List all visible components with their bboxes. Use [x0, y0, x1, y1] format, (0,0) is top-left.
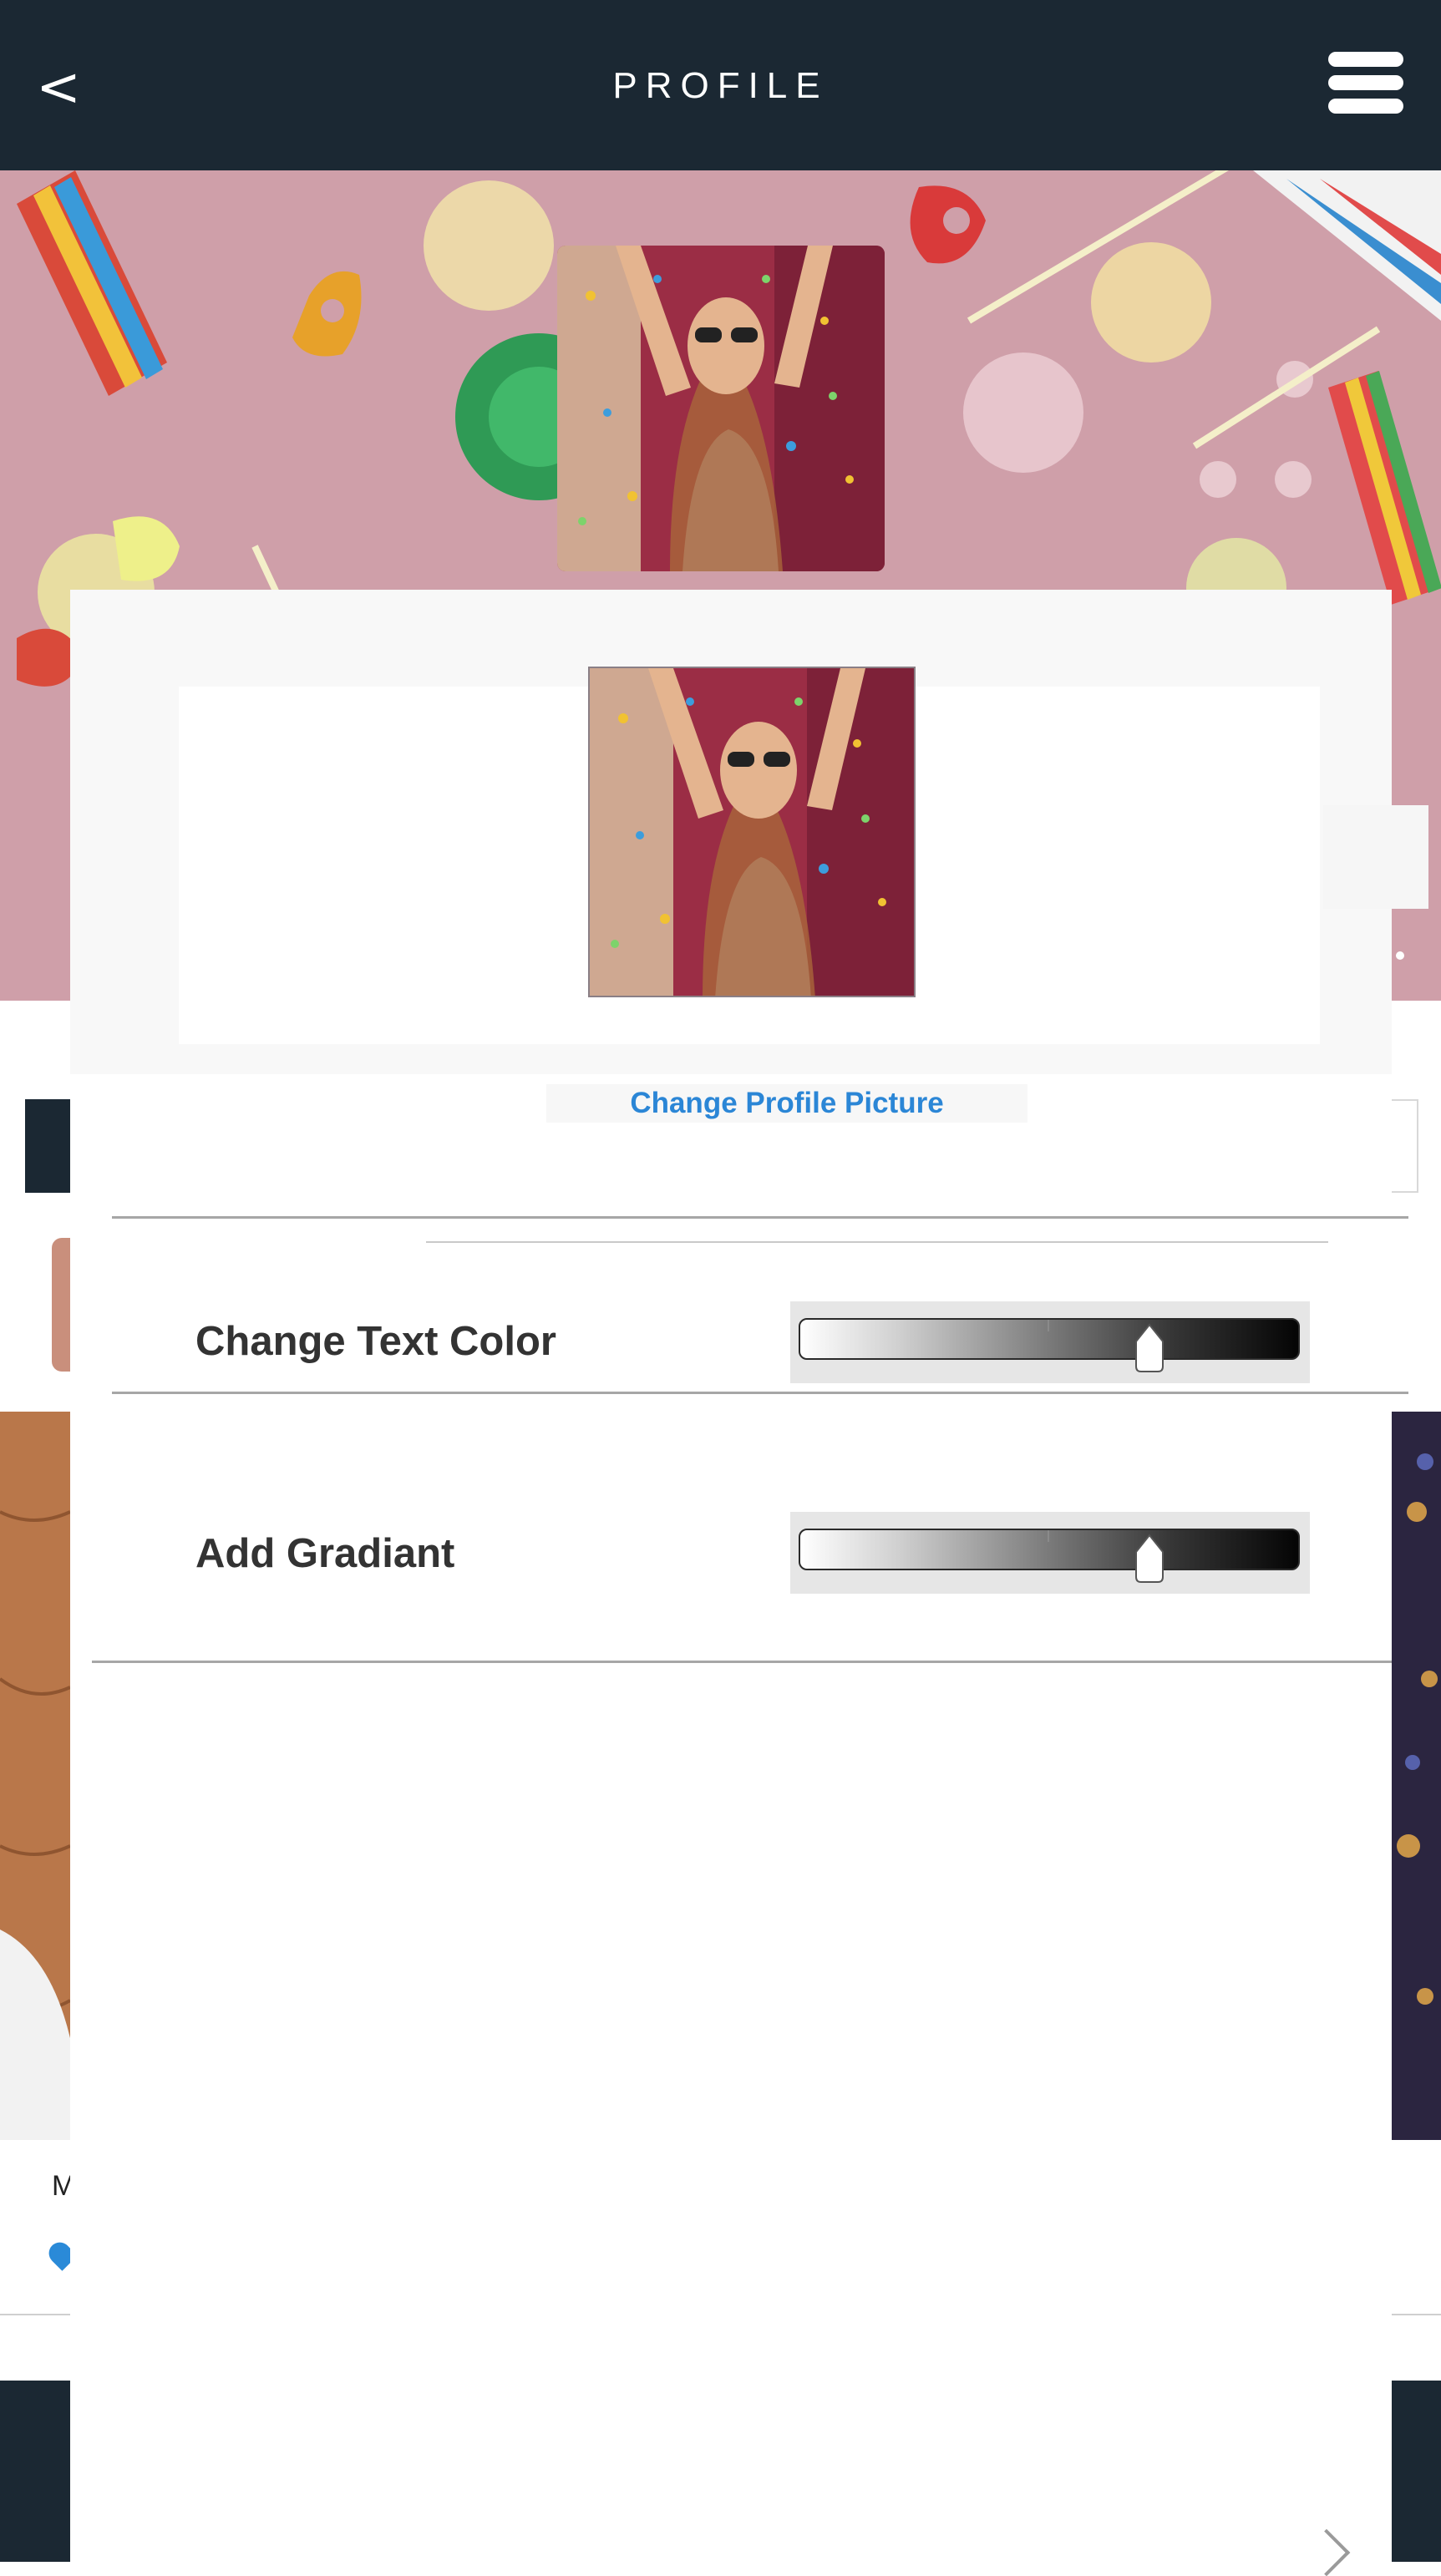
- text-color-slider[interactable]: [790, 1301, 1310, 1383]
- slider-thumb[interactable]: [1133, 1323, 1166, 1377]
- top-app-bar: < PROFILE: [0, 0, 1441, 170]
- cover-profile-photo[interactable]: [557, 246, 885, 571]
- preview-placeholder: [1323, 805, 1428, 909]
- background-dark-bar: [25, 1099, 70, 1193]
- change-profile-picture-button[interactable]: Change Profile Picture: [546, 1084, 1027, 1123]
- slider-midpoint-tick: [1048, 1530, 1049, 1542]
- change-text-color-label: Change Text Color: [195, 1319, 556, 1364]
- slider-track: [799, 1318, 1300, 1360]
- slider-track: [799, 1529, 1300, 1570]
- divider: [112, 1392, 1408, 1394]
- hamburger-menu-icon[interactable]: [1328, 52, 1403, 114]
- profile-editor-panel: Change Profile Picture Change Text Color…: [70, 590, 1428, 2562]
- gradient-slider[interactable]: [790, 1512, 1310, 1594]
- background-card-edge: [1392, 1099, 1418, 1193]
- background-thumbnail: [52, 1238, 70, 1372]
- preview-profile-photo: [588, 667, 916, 997]
- slider-midpoint-tick: [1048, 1320, 1049, 1331]
- divider: [92, 1661, 1392, 1663]
- divider: [426, 1241, 1328, 1243]
- divider: [112, 1216, 1408, 1219]
- background-bokeh-image: [1392, 1412, 1441, 2140]
- page-title: PROFILE: [612, 65, 829, 106]
- slider-thumb[interactable]: [1133, 1534, 1166, 1587]
- background-wood-image: [0, 1412, 70, 2140]
- preview-area: [70, 590, 1428, 1074]
- add-gradient-label: Add Gradiant: [195, 1531, 455, 1576]
- change-picture-wrapper: Change Profile Picture: [546, 1084, 1027, 1123]
